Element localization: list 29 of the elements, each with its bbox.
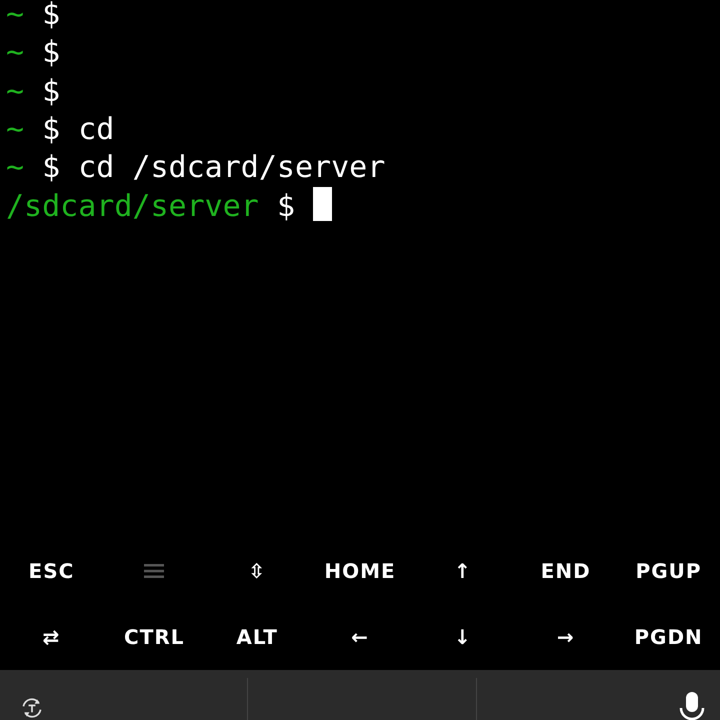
extra-key[interactable]: ↑	[411, 538, 514, 604]
extra-key[interactable]: ⇳	[206, 538, 309, 604]
extra-key[interactable]: CTRL	[102, 604, 206, 670]
extra-key[interactable]: PGDN	[617, 604, 720, 670]
extra-key[interactable]: ←	[308, 604, 412, 670]
extra-key[interactable]: ALT	[206, 604, 309, 670]
command-text: cd	[78, 112, 114, 147]
prompt-path: ~	[6, 150, 24, 186]
prompt-symbol: $	[42, 35, 60, 70]
prompt-path: ~	[6, 112, 24, 147]
microphone-icon[interactable]	[678, 690, 706, 720]
prompt-path: ~	[6, 74, 24, 109]
prompt-symbol: $	[42, 0, 60, 32]
prompt-path: ~	[6, 35, 24, 70]
extra-key[interactable]: ESC	[0, 538, 103, 604]
prompt-symbol: $	[276, 189, 295, 224]
extra-key[interactable]: PGUP	[617, 538, 720, 604]
prompt-path: ~	[6, 0, 24, 32]
menu-icon	[144, 563, 164, 579]
extra-key[interactable]: →	[514, 604, 618, 670]
extra-key[interactable]: HOME	[308, 538, 412, 604]
prompt-symbol: $	[42, 112, 60, 147]
extra-key[interactable]: END	[514, 538, 618, 604]
prompt-path: /sdcard/server	[6, 189, 259, 224]
command-text: cd /sdcard/server	[78, 150, 386, 186]
prompt-symbol: $	[42, 150, 60, 186]
extra-key[interactable]: ⇄	[0, 604, 103, 670]
extra-key[interactable]: ↓	[411, 604, 514, 670]
prompt-symbol: $	[42, 74, 60, 109]
